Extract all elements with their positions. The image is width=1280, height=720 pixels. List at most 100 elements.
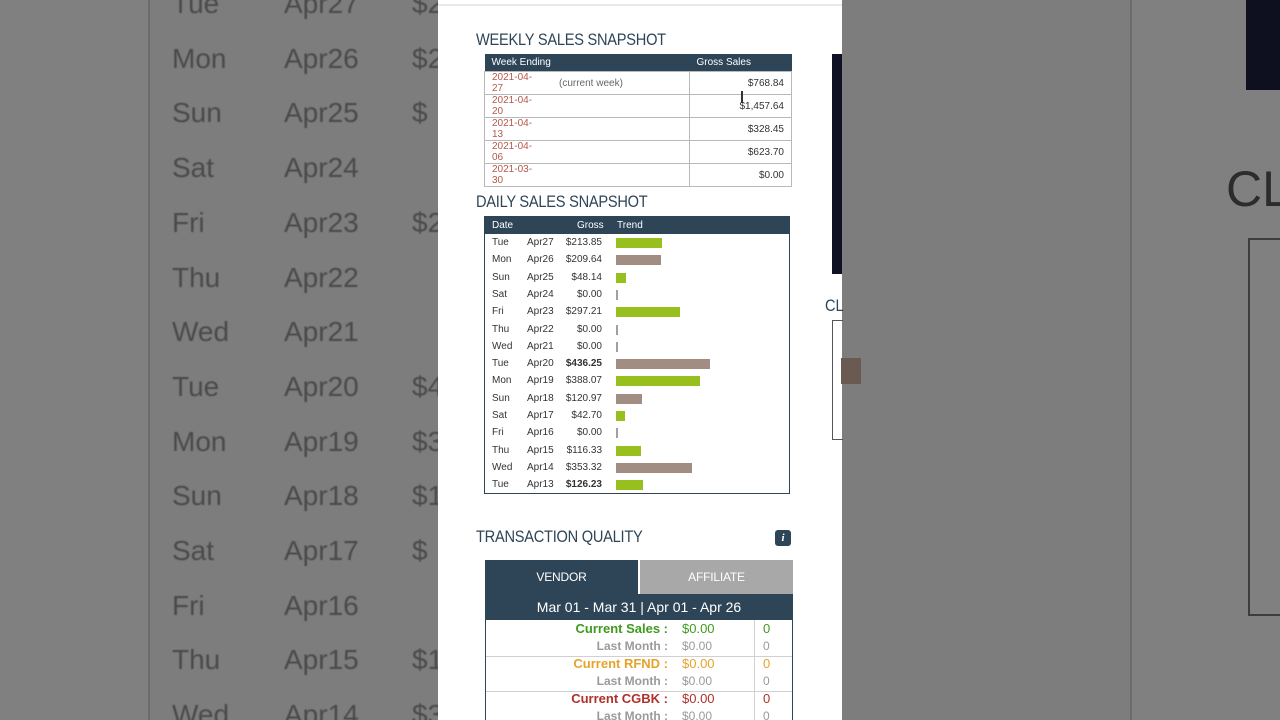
daily-sales-title: DAILY SALES SNAPSHOT: [476, 192, 648, 211]
week-gross-amount: $623.70: [689, 140, 792, 164]
quality-label: Current RFND :: [573, 656, 668, 671]
daily-row: Fri Apr16 $0.00: [485, 424, 789, 441]
background-row: Fri Apr16: [172, 590, 412, 622]
week-ending-link[interactable]: 2021-04-13: [492, 118, 532, 140]
daily-row: Thu Apr22 $0.00: [485, 321, 789, 338]
daily-date: Apr18: [527, 392, 554, 404]
date-header: Date: [492, 220, 514, 231]
daily-date: Apr23: [527, 306, 554, 318]
background-day: Fri: [172, 589, 205, 621]
background-dark-block: [1246, 0, 1280, 90]
week-note: [549, 94, 690, 118]
quality-label: Current Sales :: [575, 621, 668, 636]
daily-date: Apr25: [527, 271, 554, 283]
weekly-row: 2021-03-30 $0.00: [484, 163, 792, 187]
daily-day: Sat: [492, 410, 508, 421]
background-date: Apr27: [284, 0, 359, 19]
daily-date: Apr15: [527, 444, 554, 456]
background-row: Sun Apr25 $: [172, 97, 428, 129]
background-date: Apr23: [284, 206, 359, 238]
info-icon[interactable]: i: [775, 530, 791, 546]
side-swatch: [841, 358, 861, 384]
weekly-sales-title: WEEKLY SALES SNAPSHOT: [476, 30, 666, 49]
background-date: Apr20: [284, 370, 359, 402]
text-cursor-icon: [741, 91, 743, 103]
quality-value: $0.00: [682, 709, 713, 720]
tab-vendor[interactable]: VENDOR: [485, 560, 638, 594]
gross-sales-header: Gross Sales: [689, 54, 792, 72]
daily-day: Tue: [492, 479, 509, 491]
daily-row: Tue Apr20 $436.25: [485, 355, 789, 372]
background-date: Apr22: [284, 261, 359, 293]
background-day: Sat: [172, 535, 215, 566]
trend-bar: [616, 376, 700, 387]
week-ending-link[interactable]: 2021-04-27: [492, 72, 532, 94]
daily-date: Apr26: [527, 254, 554, 266]
daily-row: Sat Apr24 $0.00: [485, 286, 789, 303]
week-ending-link[interactable]: 2021-04-20: [492, 95, 532, 117]
daily-row: Fri Apr23 $297.21: [485, 303, 789, 320]
week-gross-amount: $328.45: [689, 117, 792, 141]
daily-gross: $0.00: [576, 323, 602, 335]
side-heading: CL: [825, 296, 844, 315]
week-ending-link[interactable]: 2021-04-06: [492, 141, 532, 163]
background-row: Tue Apr27 $2: [172, 0, 443, 20]
trend-bar: [616, 238, 662, 248]
trend-bar: [616, 428, 618, 439]
trend-bar: [616, 307, 680, 318]
background-day: Thu: [172, 644, 221, 676]
background-amt: $: [412, 97, 428, 129]
daily-gross: $297.21: [565, 306, 602, 318]
daily-row: Sun Apr25 $48.14: [485, 269, 789, 286]
side-ad-block: [832, 54, 842, 274]
quality-count: 0: [763, 639, 770, 653]
date-range: Mar 01 - Mar 31 | Apr 01 - Apr 26: [485, 594, 793, 620]
daily-row: Wed Apr14 $353.32: [485, 459, 789, 476]
daily-gross: $0.00: [576, 340, 602, 352]
trend-bar: [616, 341, 618, 352]
quality-row: Current CGBK : $0.00 0: [486, 691, 792, 708]
quality-count: 0: [763, 709, 770, 720]
background-row: Thu Apr22: [172, 262, 412, 294]
background-day: Sun: [172, 97, 222, 129]
daily-row: Tue Apr27 $213.85: [485, 234, 789, 251]
background-day: Thu: [172, 261, 221, 293]
background-day: Wed: [172, 316, 230, 348]
week-gross-amount: $0.00: [689, 163, 792, 187]
background-date: Apr18: [284, 480, 359, 512]
trend-bar: [616, 272, 626, 283]
quality-value: $0.00: [682, 639, 713, 653]
daily-row: Tue Apr13 $126.23: [485, 476, 789, 493]
daily-gross: $116.33: [566, 444, 602, 456]
week-ending-header: Week Ending: [484, 54, 690, 72]
tab-affiliate[interactable]: AFFILIATE: [640, 560, 793, 594]
quality-value: $0.00: [682, 691, 715, 706]
daily-day: Tue: [492, 237, 509, 248]
trend-bar: [616, 480, 643, 491]
daily-gross: $126.23: [565, 479, 602, 491]
daily-row: Sat Apr17 $42.70: [485, 407, 789, 424]
background-date: Apr15: [284, 644, 359, 676]
daily-gross: $48.14: [571, 271, 602, 283]
daily-gross: $0.00: [576, 427, 602, 439]
daily-header: Date Gross Trend: [485, 217, 789, 234]
top-divider: [438, 4, 842, 6]
trend-bar: [616, 255, 661, 266]
daily-gross: $42.70: [571, 410, 602, 421]
daily-day: Wed: [492, 340, 513, 352]
week-ending-link[interactable]: 2021-03-30: [492, 164, 532, 186]
background-row: Sat Apr17 $: [172, 535, 428, 567]
quality-row: Last Month : $0.00 0: [486, 709, 792, 720]
background-date: Apr21: [284, 316, 359, 348]
daily-day: Thu: [492, 323, 510, 335]
background-day: Tue: [172, 370, 220, 402]
daily-date: Apr14: [527, 461, 554, 473]
quality-row: Last Month : $0.00 0: [486, 639, 792, 656]
daily-gross: $209.64: [565, 254, 602, 266]
trend-bar: [616, 289, 618, 300]
trend-bar: [616, 462, 692, 473]
background-row: Wed Apr14 $3: [172, 699, 443, 720]
background-row: Fri Apr23 $2: [172, 207, 443, 239]
daily-row: Mon Apr26 $209.64: [485, 251, 789, 268]
week-note: [549, 117, 690, 141]
